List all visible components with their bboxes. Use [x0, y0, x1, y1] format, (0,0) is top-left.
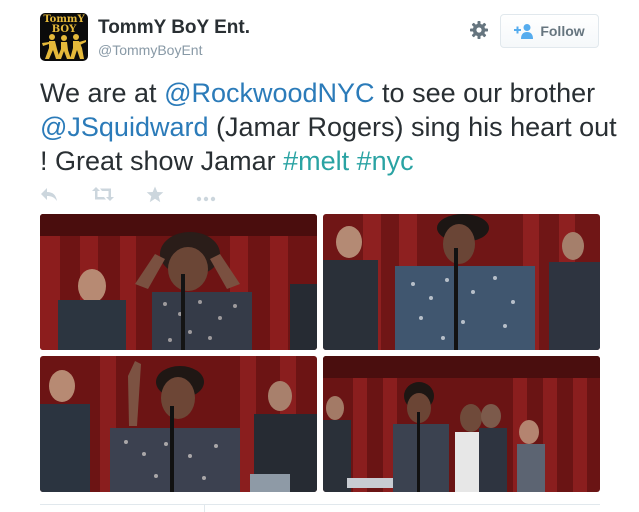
divider	[40, 504, 600, 505]
dancers-logo-icon	[42, 34, 86, 59]
favorite-star-icon[interactable]	[146, 186, 164, 208]
divider	[204, 504, 205, 512]
tweet-text-segment: to see our brother	[374, 78, 596, 108]
retweet-icon[interactable]	[92, 186, 114, 207]
mention-rockwoodnyc-link[interactable]: @RockwoodNYC	[164, 78, 374, 108]
concert-photo-2[interactable]	[323, 214, 600, 350]
tweet-text: We are at @RockwoodNYC to see our brothe…	[40, 76, 620, 178]
concert-photo-1[interactable]	[40, 214, 317, 350]
reply-icon[interactable]	[40, 186, 58, 207]
mention-jsquidward-link[interactable]: @JSquidward	[40, 112, 209, 142]
hashtag-melt-link[interactable]: #melt	[283, 146, 349, 176]
hashtag-nyc-link[interactable]: #nyc	[357, 146, 414, 176]
tweet-text-segment	[349, 146, 357, 176]
concert-photo-3[interactable]	[40, 356, 317, 492]
follow-button-label: Follow	[540, 23, 585, 39]
author-handle[interactable]: @TommyBoyEnt	[98, 42, 202, 58]
more-dots-icon[interactable]	[196, 190, 216, 208]
concert-photo-4[interactable]	[323, 356, 600, 492]
author-display-name[interactable]: TommY BoY Ent.	[98, 17, 250, 39]
tweet-text-segment: We are at	[40, 78, 165, 108]
follow-person-plus-icon	[514, 24, 534, 39]
avatar[interactable]: TommY BOY	[40, 13, 88, 61]
gear-icon[interactable]	[469, 20, 489, 40]
follow-button[interactable]: Follow	[500, 14, 599, 48]
